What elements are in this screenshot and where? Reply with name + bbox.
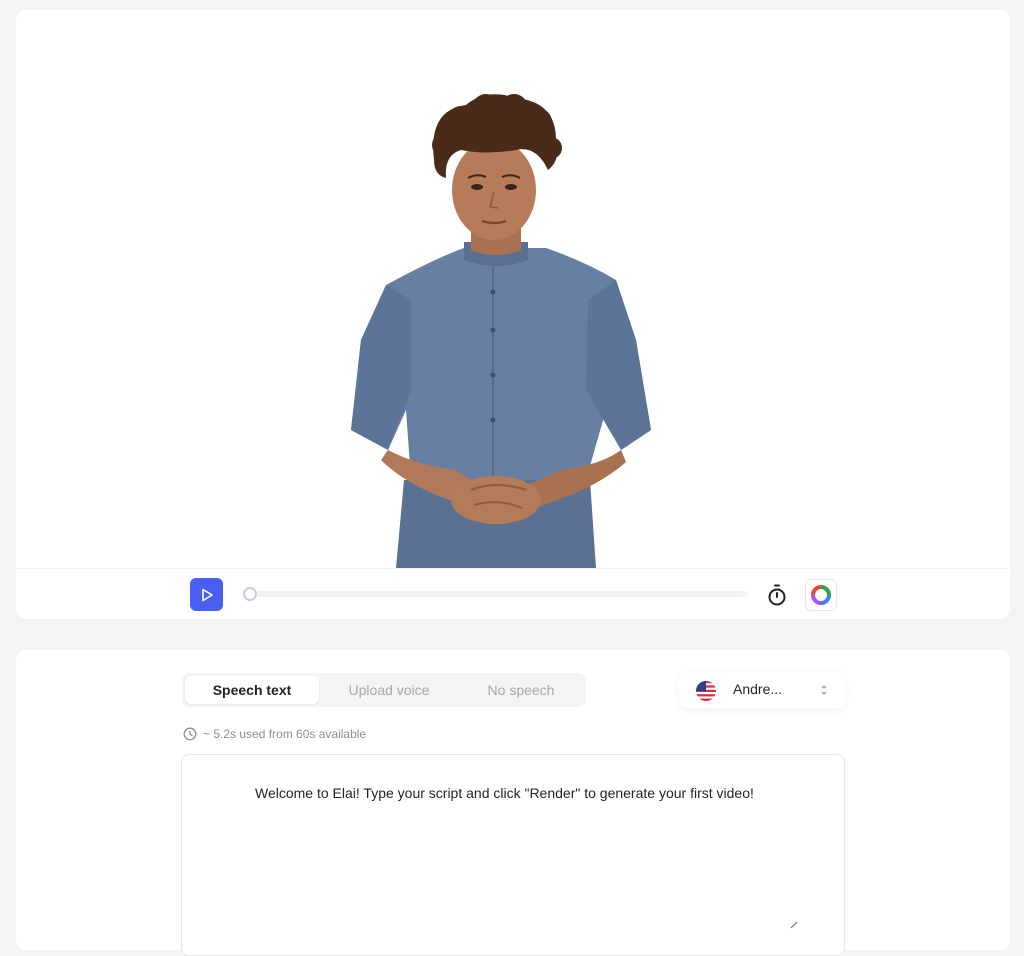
usage-text: ~ 5.2s used from 60s available (203, 727, 367, 741)
resize-handle-icon[interactable] (785, 918, 799, 932)
us-flag-icon (696, 681, 716, 701)
tab-upload-voice[interactable]: Upload voice (322, 676, 456, 704)
timer-button[interactable] (766, 583, 788, 607)
color-picker-button[interactable] (805, 579, 837, 611)
usage-info: ~ 5.2s used from 60s available (183, 727, 366, 741)
stopwatch-icon (768, 584, 786, 606)
chevron-updown-icon (821, 685, 827, 695)
voice-name: Andre... (733, 681, 783, 697)
progress-slider[interactable] (243, 587, 748, 601)
tab-no-speech[interactable]: No speech (456, 676, 586, 704)
player-controls (16, 568, 1010, 619)
avatar-image (351, 94, 651, 568)
script-editor[interactable]: Welcome to Elai! Type your script and cl… (181, 754, 845, 956)
voice-selector[interactable]: Andre... (679, 672, 845, 708)
clock-icon (183, 727, 197, 741)
color-ring-icon (811, 585, 831, 605)
tab-speech-text[interactable]: Speech text (185, 676, 319, 704)
play-button[interactable] (190, 578, 223, 611)
video-preview-card (16, 10, 1010, 619)
speech-mode-tabs: Speech text Upload voice No speech (182, 673, 586, 707)
script-card: Speech text Upload voice No speech Andre… (16, 650, 1010, 956)
play-icon (201, 588, 213, 601)
avatar-preview (16, 10, 1010, 569)
progress-knob[interactable] (243, 587, 257, 601)
script-text[interactable]: Welcome to Elai! Type your script and cl… (255, 781, 795, 806)
